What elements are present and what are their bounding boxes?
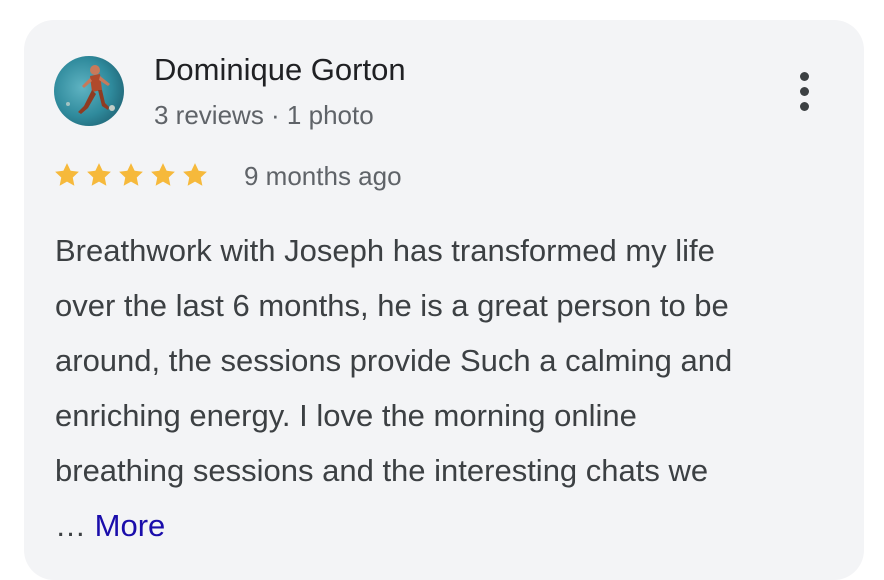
- star-icon: [151, 163, 175, 186]
- menu-dot: [800, 87, 809, 96]
- review-text-line: around, the sessions provide Such a calm…: [55, 343, 733, 378]
- reviewer-avatar[interactable]: [54, 56, 124, 126]
- review-text-line: enriching energy. I love the morning onl…: [55, 398, 637, 433]
- ellipsis: …: [55, 508, 86, 543]
- star-rating: [52, 160, 210, 194]
- review-text-line: Breathwork with Joseph has transformed m…: [55, 233, 715, 268]
- star-icon: [55, 163, 79, 186]
- star-icon: [87, 163, 111, 186]
- review-text-line: breathing sessions and the interesting c…: [55, 453, 709, 488]
- review-date: 9 months ago: [244, 161, 402, 191]
- review-text-line: over the last 6 months, he is a great pe…: [55, 288, 729, 323]
- menu-dot: [800, 102, 809, 111]
- star-icon: [183, 163, 207, 186]
- star-icon: [119, 163, 143, 186]
- more-row: … More: [55, 498, 165, 553]
- more-vert-icon[interactable]: [790, 68, 820, 116]
- profile-photo: [54, 56, 124, 126]
- review-text: Breathwork with Joseph has transformed m…: [55, 223, 845, 498]
- menu-dot: [800, 72, 809, 81]
- reviewer-meta: 3 reviews · 1 photo: [154, 100, 374, 130]
- more-link[interactable]: More: [95, 508, 166, 543]
- reviewer-name[interactable]: Dominique Gorton: [154, 52, 406, 88]
- review-card: Dominique Gorton 3 reviews · 1 photo 9 m…: [24, 20, 864, 580]
